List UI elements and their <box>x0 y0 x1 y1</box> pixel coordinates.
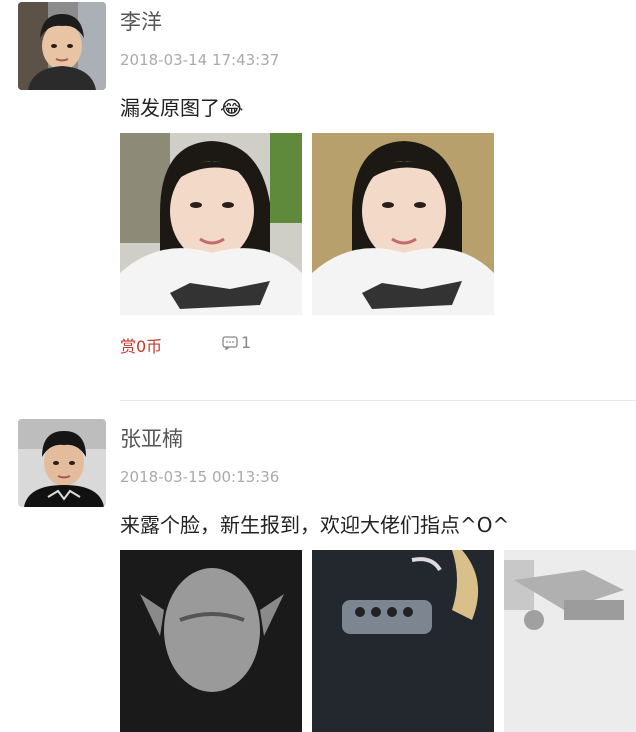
comment-button[interactable]: 1 <box>222 333 251 352</box>
post-text: 来露个脸，新生报到，欢迎大佬们指点^O^ <box>120 513 510 537</box>
reward-button[interactable]: 赏0币 <box>120 333 162 357</box>
machinery-photo-icon <box>504 550 636 732</box>
post-photo[interactable] <box>312 550 494 732</box>
laughing-emoji-icon: 😂 <box>220 96 244 120</box>
user-avatar[interactable] <box>18 419 106 507</box>
comment-count: 1 <box>241 333 252 352</box>
post-text-body: 漏发原图了 <box>120 96 220 120</box>
user-avatar[interactable] <box>18 2 106 90</box>
post-photo[interactable] <box>312 133 494 315</box>
post-photo[interactable] <box>504 550 636 732</box>
portrait-photo-icon <box>312 133 494 315</box>
username[interactable]: 李洋 <box>120 6 162 36</box>
post-timestamp: 2018-03-15 00:13:36 <box>120 468 280 486</box>
sculpture-photo-icon <box>120 550 302 732</box>
portrait-photo-icon <box>120 133 302 315</box>
feed-post: 张亚楠 2018-03-15 00:13:36 来露个脸，新生报到，欢迎大佬们指… <box>0 400 636 732</box>
avatar-icon <box>18 419 106 507</box>
feed-post: 李洋 2018-03-14 17:43:37 漏发原图了😂 赏0币 1 <box>0 0 636 400</box>
comment-icon <box>222 335 238 350</box>
username[interactable]: 张亚楠 <box>120 423 183 453</box>
post-photo[interactable] <box>120 133 302 315</box>
post-text: 漏发原图了😂 <box>120 92 243 121</box>
avatar-icon <box>18 2 106 90</box>
post-photo[interactable] <box>120 550 302 732</box>
post-timestamp: 2018-03-14 17:43:37 <box>120 51 280 69</box>
revolver-photo-icon <box>312 550 494 732</box>
